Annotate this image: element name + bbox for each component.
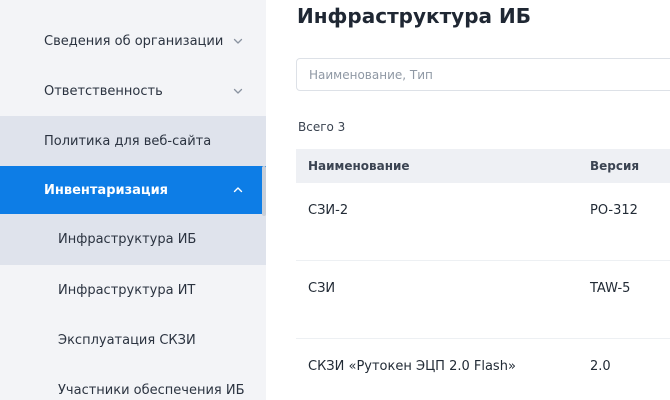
total-count: Всего 3 bbox=[298, 120, 346, 134]
sidebar-item-label: Инфраструктура ИБ bbox=[58, 232, 197, 247]
search-input[interactable] bbox=[296, 58, 670, 91]
table-row[interactable]: СЗИ TAW-5 bbox=[296, 261, 670, 339]
cell-version: 2.0 bbox=[590, 359, 611, 374]
cell-version: TAW-5 bbox=[590, 281, 631, 296]
chevron-down-icon bbox=[232, 35, 244, 47]
sidebar-item-label: Инфраструктура ИТ bbox=[58, 282, 196, 298]
data-table: Наименование Версия СЗИ-2 PO-312 СЗИ TAW… bbox=[296, 149, 670, 400]
sidebar-item-ib-participants[interactable]: Участники обеспечения ИБ bbox=[0, 365, 266, 400]
cell-version: PO-312 bbox=[590, 203, 638, 218]
sidebar: Сведения об организации Ответственность … bbox=[0, 0, 266, 400]
sidebar-item-org-info[interactable]: Сведения об организации bbox=[0, 16, 266, 66]
table-row[interactable]: СЗИ-2 PO-312 bbox=[296, 183, 670, 261]
table-header: Наименование Версия bbox=[296, 149, 670, 183]
page-title: Инфраструктура ИБ bbox=[297, 4, 531, 28]
column-header-name[interactable]: Наименование bbox=[308, 159, 410, 173]
chevron-up-icon bbox=[232, 184, 244, 196]
column-header-version[interactable]: Версия bbox=[590, 159, 639, 173]
main-content: Инфраструктура ИБ Всего 3 Наименование В… bbox=[266, 0, 670, 400]
sidebar-item-label: Эксплуатация СКЗИ bbox=[58, 332, 196, 348]
sidebar-item-label: Ответственность bbox=[44, 83, 163, 99]
cell-name: СКЗИ «Рутокен ЭЦП 2.0 Flash» bbox=[308, 359, 516, 374]
sidebar-item-label: Политика для веб-сайта bbox=[44, 133, 212, 149]
chevron-down-icon bbox=[232, 85, 244, 97]
sidebar-item-label: Сведения об организации bbox=[44, 33, 224, 49]
sidebar-item-web-policy[interactable]: Политика для веб-сайта bbox=[0, 116, 266, 166]
sidebar-item-label: Инвентаризация bbox=[44, 182, 169, 198]
table-row[interactable]: СКЗИ «Рутокен ЭЦП 2.0 Flash» 2.0 bbox=[296, 339, 670, 400]
sidebar-item-responsibility[interactable]: Ответственность bbox=[0, 66, 266, 116]
sidebar-item-infra-ib[interactable]: Инфраструктура ИБ bbox=[0, 214, 266, 265]
sidebar-item-skzi-operation[interactable]: Эксплуатация СКЗИ bbox=[0, 315, 266, 365]
sidebar-item-infra-it[interactable]: Инфраструктура ИТ bbox=[0, 265, 266, 315]
app-window: Сведения об организации Ответственность … bbox=[0, 0, 670, 400]
cell-name: СЗИ bbox=[308, 281, 336, 296]
sidebar-item-label: Участники обеспечения ИБ bbox=[58, 382, 245, 398]
cell-name: СЗИ-2 bbox=[308, 203, 349, 218]
sidebar-item-inventory[interactable]: Инвентаризация bbox=[0, 166, 266, 214]
